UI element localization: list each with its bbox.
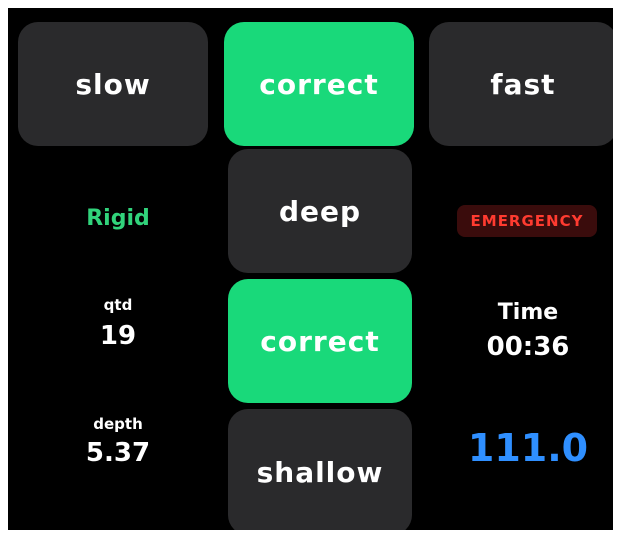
reading-value: 111.0 [438, 426, 613, 470]
slow-label: slow [75, 67, 151, 101]
qtd-value: 19 [28, 321, 208, 351]
time-value-text: 00:36 [486, 332, 570, 362]
reading-value-text: 111.0 [467, 426, 589, 470]
time-label: Time [438, 300, 613, 325]
depth-correct-label: correct [260, 324, 380, 358]
qtd-label: qtd [28, 296, 208, 314]
fast-button[interactable]: fast [429, 22, 613, 146]
time-label-text: Time [497, 300, 559, 325]
deep-label: deep [278, 194, 362, 228]
fast-label: fast [490, 67, 556, 101]
mode-status: Rigid [28, 206, 208, 231]
emergency-label: EMERGENCY [470, 212, 584, 230]
rate-correct-button[interactable]: correct [224, 22, 414, 146]
depth-label: depth [28, 415, 208, 433]
watch-screen: slow correct fast deep correct shallow R… [8, 8, 613, 530]
shallow-label: shallow [256, 455, 384, 489]
slow-button[interactable]: slow [18, 22, 208, 146]
depth-correct-button[interactable]: correct [228, 279, 412, 403]
time-value: 00:36 [438, 332, 613, 362]
depth-value-text: 5.37 [85, 438, 151, 468]
deep-button[interactable]: deep [228, 149, 412, 273]
qtd-label-text: qtd [103, 296, 133, 314]
shallow-button[interactable]: shallow [228, 409, 412, 530]
emergency-button[interactable]: EMERGENCY [457, 205, 597, 237]
mode-status-label: Rigid [86, 206, 150, 231]
rate-correct-label: correct [259, 67, 379, 101]
depth-value: 5.37 [28, 438, 208, 468]
depth-label-text: depth [93, 415, 143, 433]
qtd-value-text: 19 [99, 321, 137, 351]
